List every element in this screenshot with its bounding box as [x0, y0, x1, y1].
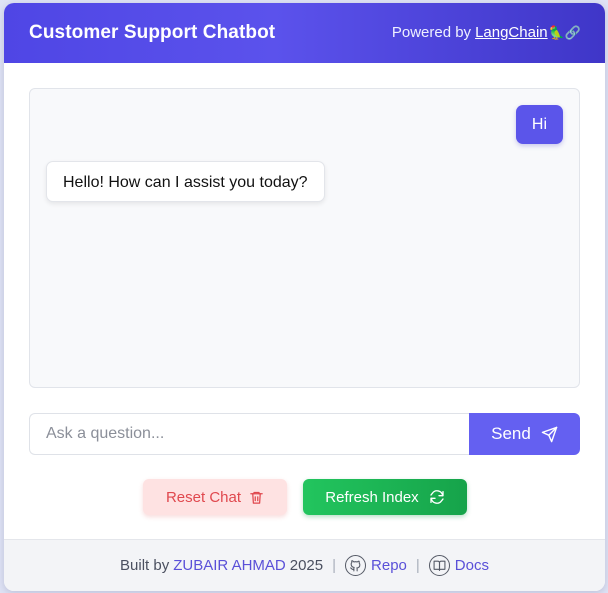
- footer-divider: |: [415, 557, 420, 574]
- github-icon: [345, 555, 367, 576]
- send-icon: [541, 426, 558, 442]
- chatbot-card: Customer Support Chatbot Powered by Lang…: [4, 3, 605, 591]
- reset-chat-button[interactable]: Reset Chat: [143, 479, 287, 515]
- langchain-emoji: 🦜🔗: [548, 24, 581, 40]
- built-by-text: Built by: [120, 557, 170, 574]
- chat-window[interactable]: Hi Hello! How can I assist you today?: [29, 88, 580, 388]
- powered-by-text: Powered by: [391, 24, 472, 41]
- docs-link[interactable]: Docs: [428, 555, 489, 576]
- book-icon: [428, 555, 450, 576]
- docs-label: Docs: [454, 557, 489, 574]
- repo-link[interactable]: Repo: [345, 555, 407, 576]
- powered-by: Powered by LangChain 🦜🔗: [392, 24, 581, 41]
- bot-message: Hello! How can I assist you today?: [46, 161, 325, 202]
- author-link[interactable]: ZUBAIR AHMAD: [173, 557, 286, 574]
- app-header: Customer Support Chatbot Powered by Lang…: [4, 3, 605, 63]
- user-message: Hi: [515, 105, 563, 144]
- footer-year: 2025: [289, 557, 324, 574]
- refresh-index-label: Refresh Index: [325, 488, 419, 506]
- message-input-row: Send: [29, 413, 580, 455]
- action-buttons: Reset Chat Refresh Index: [4, 479, 605, 516]
- app-footer: Built by ZUBAIR AHMAD 2025 | Repo | Docs: [4, 539, 605, 591]
- repo-label: Repo: [371, 557, 407, 574]
- app-title: Customer Support Chatbot: [29, 22, 276, 43]
- refresh-icon: [430, 490, 444, 504]
- reset-chat-label: Reset Chat: [165, 488, 242, 506]
- trash-icon: [250, 491, 263, 504]
- langchain-link[interactable]: LangChain: [475, 24, 548, 41]
- refresh-index-button[interactable]: Refresh Index: [303, 479, 467, 515]
- send-label: Send: [491, 424, 531, 443]
- footer-divider: |: [332, 557, 337, 574]
- question-input[interactable]: [29, 413, 469, 455]
- send-button[interactable]: Send: [469, 413, 580, 455]
